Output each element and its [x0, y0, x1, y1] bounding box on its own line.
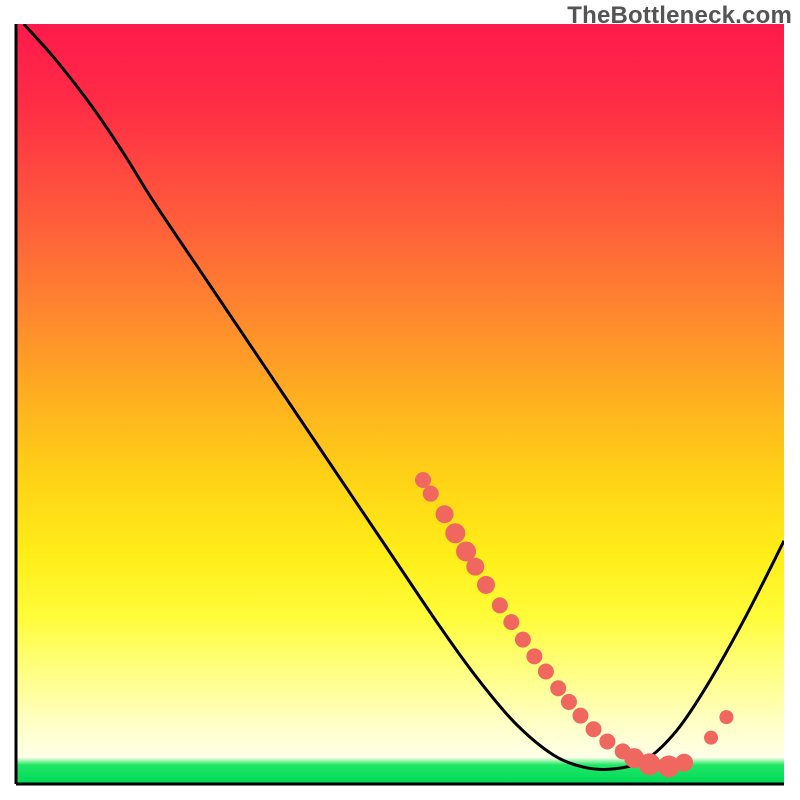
data-point — [445, 523, 465, 543]
data-point — [550, 680, 566, 696]
data-point — [503, 614, 519, 630]
data-point — [492, 597, 508, 613]
chart-svg — [0, 0, 800, 800]
data-point — [515, 632, 531, 648]
data-point — [639, 753, 661, 775]
data-point — [436, 505, 454, 523]
data-point — [561, 694, 577, 710]
data-point — [538, 664, 554, 680]
data-point — [466, 558, 484, 576]
data-point — [599, 733, 615, 749]
data-point — [526, 648, 542, 664]
data-point — [675, 754, 693, 772]
data-point — [423, 486, 439, 502]
data-point — [586, 721, 602, 737]
data-point — [477, 576, 495, 594]
data-point — [704, 731, 718, 745]
bottleneck-chart: TheBottleneck.com — [0, 0, 800, 800]
watermark-label: TheBottleneck.com — [567, 2, 792, 30]
data-point — [572, 708, 588, 724]
plot-background — [16, 24, 784, 784]
data-point — [719, 710, 733, 724]
data-point — [415, 472, 431, 488]
